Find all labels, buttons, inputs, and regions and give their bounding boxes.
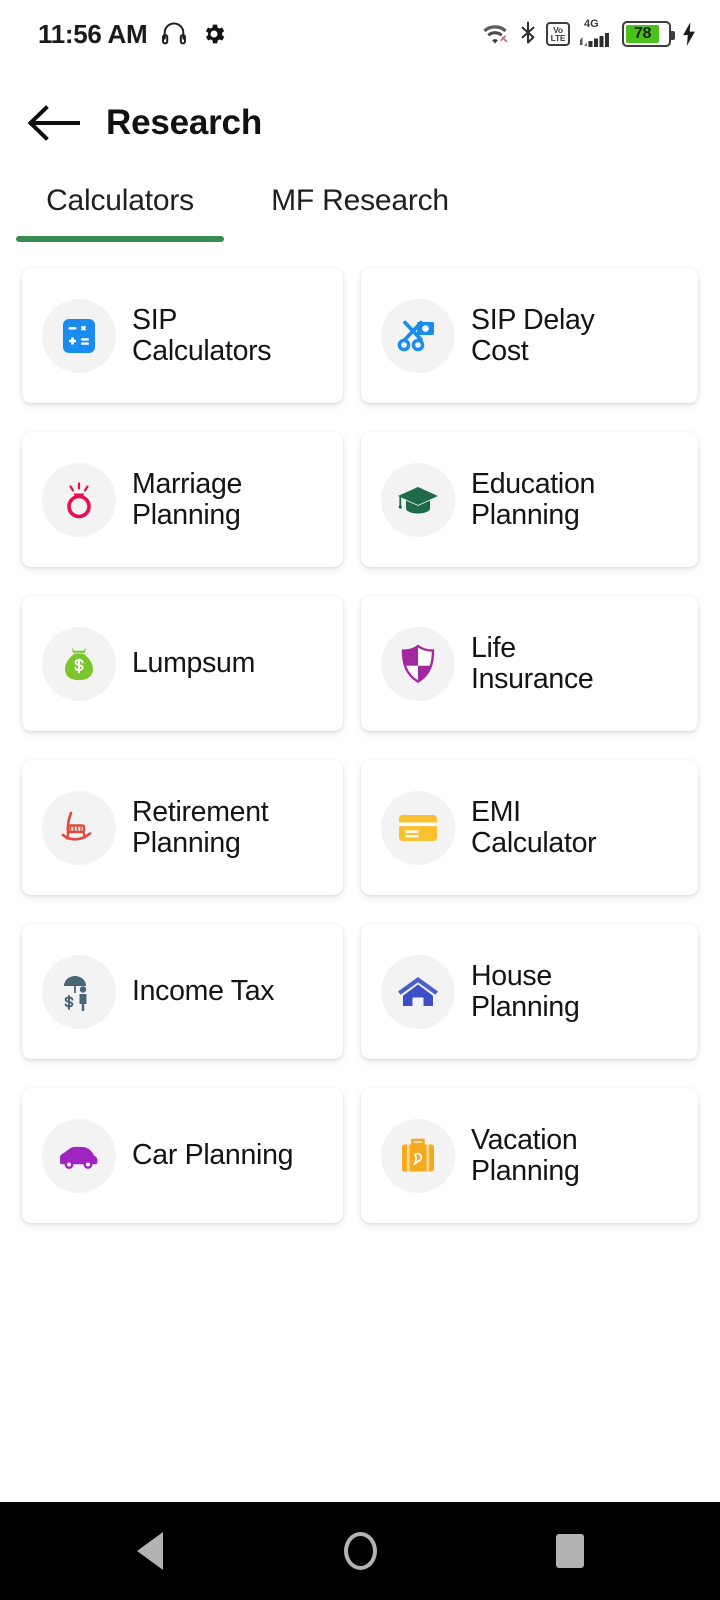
card-label: Income Tax xyxy=(132,975,275,1008)
calculator-grid: SIP Calculators SIP Delay Cost Marriage … xyxy=(0,258,720,1242)
ring-icon xyxy=(67,481,91,518)
volte-icon: Vo LTE xyxy=(546,22,570,46)
car-icon xyxy=(60,1146,98,1169)
icon-container xyxy=(381,790,455,865)
house-icon xyxy=(398,976,438,1006)
grid-cell: Vacation Planning xyxy=(360,1078,698,1242)
grid-cell: Retirement Planning xyxy=(22,750,360,914)
home-nav-button[interactable] xyxy=(325,1516,395,1586)
rocking-chair-icon xyxy=(61,811,92,841)
umbrella-person-icon xyxy=(64,975,87,1011)
bluetooth-icon xyxy=(521,21,535,44)
card-label: Retirement Planning xyxy=(132,795,269,859)
icon-container xyxy=(42,790,116,865)
card-label: Life Insurance xyxy=(471,631,594,695)
card-sip-calculators[interactable]: SIP Calculators xyxy=(22,268,343,403)
android-navigation-bar xyxy=(0,1502,720,1600)
card-label: Marriage Planning xyxy=(132,467,243,531)
volte-bottom-text: LTE xyxy=(550,33,566,43)
card-life-insurance[interactable]: Life Insurance xyxy=(361,596,698,731)
card-label: Lumpsum xyxy=(132,647,256,680)
gear-icon xyxy=(206,24,225,44)
icon-container xyxy=(381,626,455,701)
grid-cell: Education Planning xyxy=(360,422,698,586)
recents-nav-button[interactable] xyxy=(535,1516,605,1586)
card-label: Vacation Planning xyxy=(471,1123,580,1187)
card-label: Education Planning xyxy=(471,467,596,531)
card-label: House Planning xyxy=(471,959,580,1023)
square-recents-icon xyxy=(556,1534,584,1568)
card-retirement-planning[interactable]: Retirement Planning xyxy=(22,760,343,895)
status-bar-right: Vo LTE 4G 78 xyxy=(480,19,698,49)
graduation-cap-icon xyxy=(398,486,438,513)
charging-icon xyxy=(683,22,695,46)
grid-cell: Life Insurance xyxy=(360,586,698,750)
calculator-icon xyxy=(63,318,95,353)
card-label: Car Planning xyxy=(132,1139,294,1172)
tab-calculators-label: Calculators xyxy=(46,184,194,217)
card-vacation-planning[interactable]: Vacation Planning xyxy=(361,1088,698,1223)
card-emi-calculator[interactable]: EMI Calculator xyxy=(361,760,698,895)
card-house-planning[interactable]: House Planning xyxy=(361,924,698,1059)
grid-cell: SIP Delay Cost xyxy=(360,258,698,422)
signal-icon: 4G xyxy=(579,19,613,49)
status-bar: 11:56 AM Vo LTE 4G 78 xyxy=(0,0,720,68)
icon-container xyxy=(42,954,116,1029)
grid-cell: House Planning xyxy=(360,914,698,1078)
icon-container xyxy=(381,954,455,1029)
card-education-planning[interactable]: Education Planning xyxy=(361,432,698,567)
grid-cell: Lumpsum xyxy=(22,586,360,750)
tab-calculators[interactable]: Calculators xyxy=(0,178,240,242)
tab-bar: Calculators MF Research xyxy=(0,178,720,242)
status-bar-left: 11:56 AM xyxy=(38,19,227,50)
headphone-icon xyxy=(162,22,187,45)
card-label: EMI Calculator xyxy=(471,795,597,859)
grid-cell: Marriage Planning xyxy=(22,422,360,586)
network-type-label: 4G xyxy=(584,18,599,30)
wifi-icon xyxy=(483,25,508,44)
icon-container xyxy=(42,298,116,373)
phone-screen: 11:56 AM Vo LTE 4G 78 Research Calculato… xyxy=(0,0,720,1600)
page-title: Research xyxy=(106,103,263,142)
tab-mf-research[interactable]: MF Research xyxy=(240,178,480,242)
circle-home-icon xyxy=(343,1532,377,1570)
grid-cell: Car Planning xyxy=(22,1078,360,1242)
icon-container xyxy=(381,298,455,373)
card-marriage-planning[interactable]: Marriage Planning xyxy=(22,432,343,567)
triangle-back-icon xyxy=(137,1532,163,1570)
back-nav-button[interactable] xyxy=(115,1516,185,1586)
money-bag-icon xyxy=(65,647,93,680)
icon-container xyxy=(381,462,455,537)
card-lumpsum[interactable]: Lumpsum xyxy=(22,596,343,731)
card-label: SIP Delay Cost xyxy=(471,303,595,367)
credit-card-icon xyxy=(399,814,437,841)
battery-icon: 78 xyxy=(622,21,675,47)
grid-cell: EMI Calculator xyxy=(360,750,698,914)
scissors-money-icon xyxy=(397,320,434,351)
card-sip-delay-cost[interactable]: SIP Delay Cost xyxy=(361,268,698,403)
card-car-planning[interactable]: Car Planning xyxy=(22,1088,343,1223)
tab-mf-research-label: MF Research xyxy=(271,184,449,217)
card-label: SIP Calculators xyxy=(132,303,272,367)
icon-container xyxy=(42,626,116,701)
back-button[interactable] xyxy=(26,95,82,151)
grid-cell: Income Tax xyxy=(22,914,360,1078)
grid-cell: SIP Calculators xyxy=(22,258,360,422)
battery-percent-label: 78 xyxy=(634,25,651,42)
arrow-left-icon xyxy=(27,105,80,141)
shield-icon xyxy=(401,643,435,683)
icon-container xyxy=(381,1118,455,1193)
icon-container xyxy=(42,462,116,537)
icon-container xyxy=(42,1118,116,1193)
tab-active-indicator xyxy=(16,236,224,242)
suitcase-icon xyxy=(402,1138,434,1171)
card-income-tax[interactable]: Income Tax xyxy=(22,924,343,1059)
app-bar: Research xyxy=(0,68,720,178)
status-bar-clock: 11:56 AM xyxy=(38,18,148,49)
